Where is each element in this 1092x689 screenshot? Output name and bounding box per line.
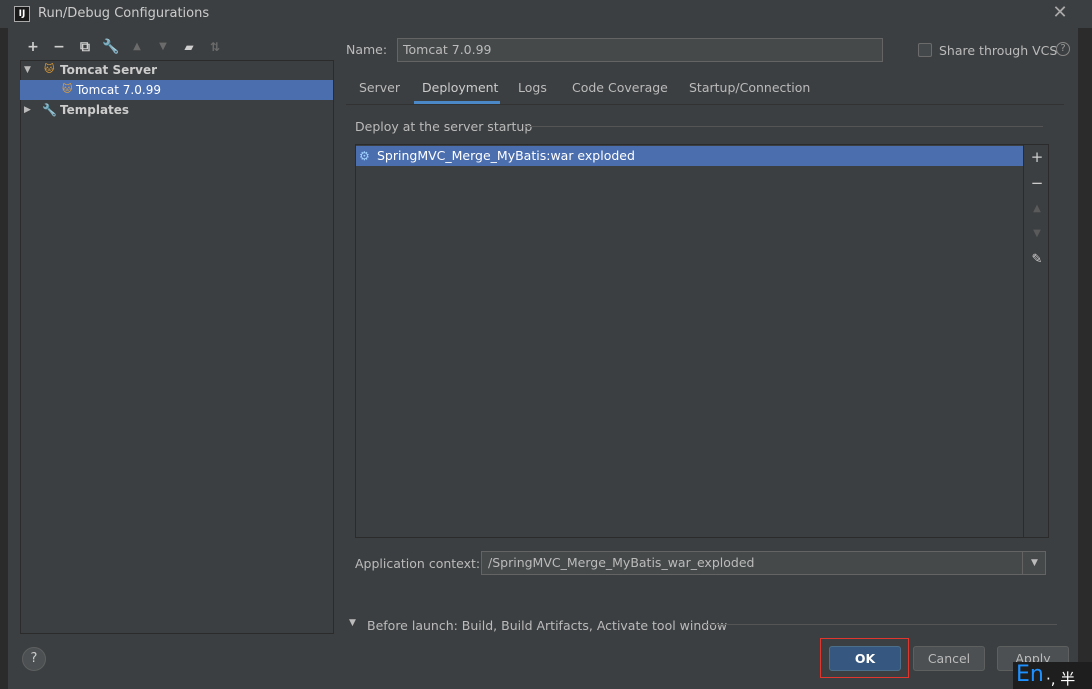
deploy-group-title: Deploy at the server startup	[355, 119, 533, 134]
chevron-down-icon[interactable]: ▼	[1022, 552, 1046, 574]
add-icon[interactable]: +	[1028, 148, 1046, 166]
background-editor-edge-right	[1078, 28, 1092, 689]
tab-deployment[interactable]: Deployment	[422, 80, 498, 95]
list-side-divider	[1023, 145, 1024, 537]
window-title: Run/Debug Configurations	[38, 6, 210, 21]
before-launch-label[interactable]: Before launch: Build, Build Artifacts, A…	[367, 618, 727, 633]
intellij-logo-icon: IJ	[14, 6, 30, 22]
move-down-icon[interactable]: ▼	[1028, 225, 1046, 243]
move-up-icon[interactable]: ▲	[128, 39, 146, 55]
name-label: Name:	[346, 42, 388, 57]
expand-arrow-icon[interactable]: ▼	[24, 60, 31, 80]
tree-group-label: Tomcat Server	[60, 63, 158, 77]
artifact-list[interactable]	[355, 144, 1049, 538]
background-editor-edge-left	[0, 28, 8, 689]
name-input[interactable]: Tomcat 7.0.99	[397, 38, 883, 62]
copy-icon[interactable]: ⧉	[76, 39, 94, 55]
ok-button-highlight	[820, 638, 909, 678]
move-down-icon[interactable]: ▼	[154, 39, 172, 55]
tab-startup-connection[interactable]: Startup/Connection	[689, 80, 810, 95]
tab-code-coverage[interactable]: Code Coverage	[572, 80, 668, 95]
edit-pencil-icon[interactable]: ✎	[1028, 251, 1046, 269]
tab-server[interactable]: Server	[359, 80, 400, 95]
artifact-name: SpringMVC_Merge_MyBatis:war exploded	[377, 148, 635, 163]
wrench-icon[interactable]: 🔧	[102, 39, 120, 55]
list-item[interactable]: ⚙ SpringMVC_Merge_MyBatis:war exploded	[356, 146, 1023, 166]
ime-mode: ·, 半	[1046, 670, 1076, 688]
tab-divider	[346, 104, 1064, 105]
before-launch-separator	[707, 624, 1057, 625]
artifact-icon: ⚙	[359, 149, 370, 163]
tomcat-icon: 🐱	[62, 84, 73, 95]
sort-icon[interactable]: ⇅	[206, 39, 224, 55]
tab-logs[interactable]: Logs	[518, 80, 547, 95]
remove-icon[interactable]: −	[1028, 174, 1046, 192]
group-separator	[523, 126, 1043, 127]
share-vcs-label: Share through VCS	[939, 43, 1058, 58]
collapse-arrow-icon[interactable]: ▶	[24, 100, 31, 120]
configuration-tree[interactable]	[20, 60, 334, 634]
context-label: Application context:	[355, 556, 481, 571]
help-circle-icon[interactable]: ?	[1056, 42, 1070, 56]
tree-item-tomcat-config[interactable]: 🐱 Tomcat 7.0.99	[20, 80, 333, 100]
cancel-button[interactable]: Cancel	[913, 646, 985, 671]
ime-language: En	[1016, 662, 1044, 687]
folder-icon[interactable]: ▰	[180, 39, 198, 55]
wrench-icon: 🔧	[42, 103, 57, 117]
remove-icon[interactable]: −	[50, 39, 68, 55]
tomcat-icon: 🐱	[44, 64, 55, 75]
tree-item-tomcat-server[interactable]: ▼ 🐱 Tomcat Server	[20, 60, 333, 80]
help-button[interactable]: ?	[22, 647, 46, 671]
move-up-icon[interactable]: ▲	[1028, 200, 1046, 218]
share-vcs-checkbox[interactable]	[918, 43, 932, 57]
add-icon[interactable]: +	[24, 39, 42, 55]
close-icon[interactable]: ✕	[1050, 3, 1070, 23]
tree-item-templates[interactable]: ▶ 🔧 Templates	[20, 100, 333, 120]
tree-child-label: Tomcat 7.0.99	[76, 83, 161, 97]
tree-templates-label: Templates	[60, 103, 130, 117]
expand-arrow-icon[interactable]: ▼	[349, 618, 356, 628]
application-context-combo[interactable]: /SpringMVC_Merge_MyBatis_war_exploded	[481, 551, 1046, 575]
